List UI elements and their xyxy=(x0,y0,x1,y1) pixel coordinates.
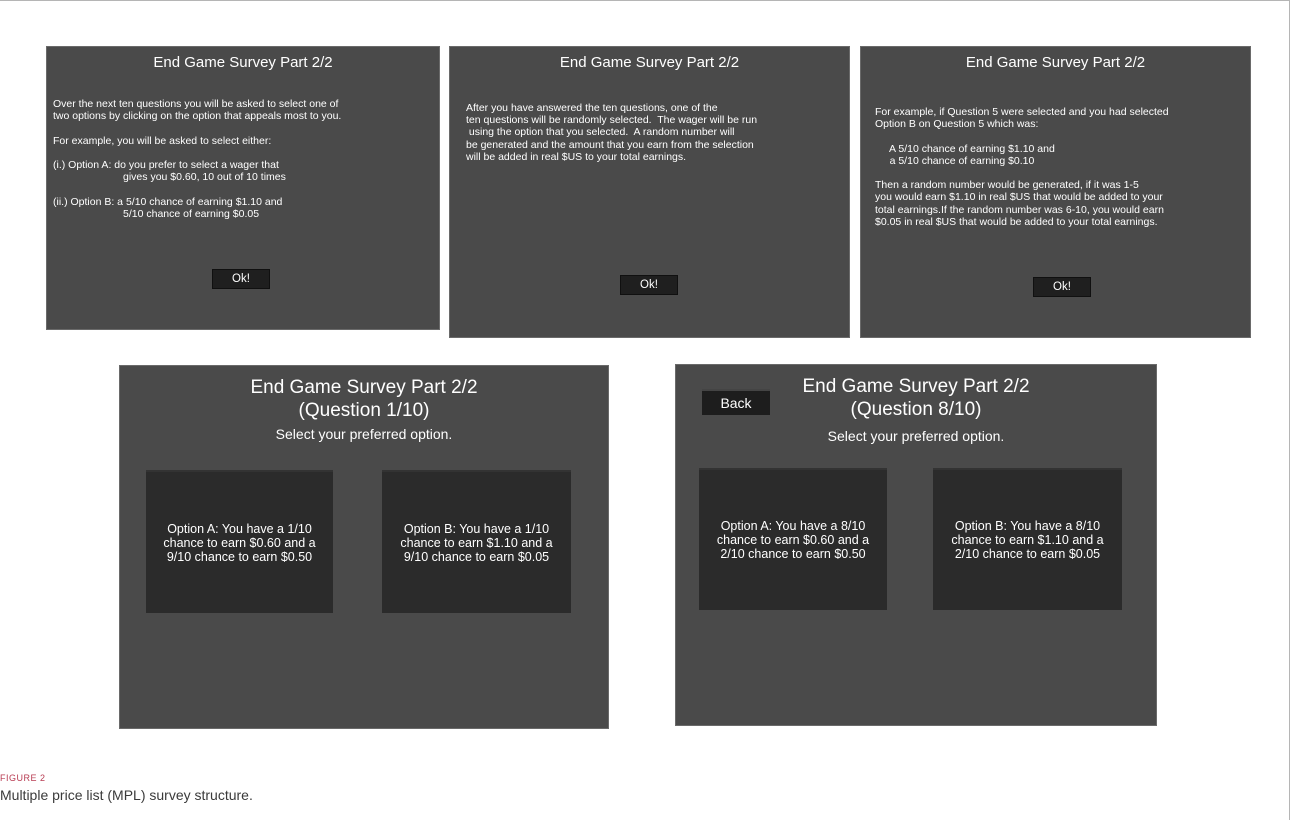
survey-panel-instructions-2: End Game Survey Part 2/2 After you have … xyxy=(449,46,850,338)
figure-label: FIGURE 2 xyxy=(0,773,46,783)
option-a-button[interactable]: Option A: You have a 1/10 chance to earn… xyxy=(146,470,333,613)
panel-subtitle: Select your preferred option. xyxy=(827,428,1005,444)
option-a-button[interactable]: Option A: You have a 8/10 chance to earn… xyxy=(699,468,887,610)
survey-panel-instructions-3: End Game Survey Part 2/2 For example, if… xyxy=(860,46,1251,338)
option-b-button[interactable]: Option B: You have a 1/10 chance to earn… xyxy=(382,470,571,613)
question-counter: (Question 1/10) xyxy=(298,400,430,421)
panel-subtitle: Select your preferred option. xyxy=(275,426,453,442)
question-counter: (Question 8/10) xyxy=(850,399,982,420)
option-b-button[interactable]: Option B: You have a 8/10 chance to earn… xyxy=(933,468,1122,610)
panel-body-text: Over the next ten questions you will be … xyxy=(53,98,342,220)
panel-body-text: For example, if Question 5 were selected… xyxy=(875,106,1169,228)
survey-question-panel-8: Back End Game Survey Part 2/2 (Question … xyxy=(675,364,1157,726)
panel-body-text: After you have answered the ten question… xyxy=(466,102,758,163)
ok-button[interactable]: Ok! xyxy=(620,275,678,295)
panel-title: End Game Survey Part 2/2 xyxy=(250,377,478,398)
figure-caption: Multiple price list (MPL) survey structu… xyxy=(0,787,253,803)
panel-title: End Game Survey Part 2/2 xyxy=(802,376,1030,397)
panel-title: End Game Survey Part 2/2 xyxy=(559,54,740,71)
panel-title: End Game Survey Part 2/2 xyxy=(153,54,333,71)
ok-button[interactable]: Ok! xyxy=(212,269,270,289)
survey-panel-instructions-1: End Game Survey Part 2/2 Over the next t… xyxy=(46,46,440,330)
ok-button[interactable]: Ok! xyxy=(1033,277,1091,297)
survey-question-panel-1: End Game Survey Part 2/2 (Question 1/10)… xyxy=(119,365,609,729)
panel-title: End Game Survey Part 2/2 xyxy=(965,54,1146,71)
